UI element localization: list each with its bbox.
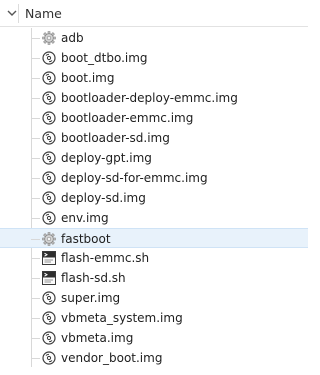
file-name: deploy-gpt.img xyxy=(61,151,152,165)
file-row[interactable]: env.img xyxy=(0,208,308,228)
file-name: deploy-sd.img xyxy=(61,191,146,205)
disk-image-icon xyxy=(42,331,56,345)
file-row[interactable]: fastboot xyxy=(0,228,308,248)
file-name: vbmeta.img xyxy=(61,331,134,345)
disk-image-icon xyxy=(42,91,56,105)
shell-script-icon xyxy=(42,271,56,285)
gear-exec-icon xyxy=(42,31,56,45)
file-row[interactable]: bootloader-sd.img xyxy=(0,128,308,148)
tree-branch xyxy=(31,358,40,359)
tree-branch xyxy=(31,138,40,139)
disk-image-icon xyxy=(42,311,56,325)
tree-branch xyxy=(31,258,40,259)
chevron-down-icon[interactable] xyxy=(7,9,17,17)
tree-branch xyxy=(31,218,40,219)
column-separator xyxy=(18,4,19,23)
file-name: flash-emmc.sh xyxy=(61,251,150,265)
file-row[interactable]: bootloader-emmc.img xyxy=(0,108,308,128)
tree-branch xyxy=(31,318,40,319)
file-name: boot.img xyxy=(61,71,115,85)
disk-image-icon xyxy=(42,51,56,65)
file-row[interactable]: bootloader-deploy-emmc.img xyxy=(0,88,308,108)
file-name: vbmeta_system.img xyxy=(61,311,183,325)
tree-branch xyxy=(31,98,40,99)
file-name: adb xyxy=(61,31,84,45)
disk-image-icon xyxy=(42,351,56,365)
file-row[interactable]: super.img xyxy=(0,288,308,308)
disk-image-icon xyxy=(42,291,56,305)
tree-branch xyxy=(31,158,40,159)
file-row[interactable]: boot_dtbo.img xyxy=(0,48,308,68)
file-row[interactable]: deploy-sd.img xyxy=(0,188,308,208)
tree-branch xyxy=(31,118,40,119)
file-name: vendor_boot.img xyxy=(61,351,163,365)
file-name: fastboot xyxy=(61,232,111,246)
file-name: flash-sd.sh xyxy=(61,271,126,285)
disk-image-icon xyxy=(42,211,56,225)
tree-branch xyxy=(31,38,40,39)
tree-branch xyxy=(31,278,40,279)
file-name: env.img xyxy=(61,211,109,225)
file-name: bootloader-deploy-emmc.img xyxy=(61,91,238,105)
tree-branch xyxy=(31,198,40,199)
tree-branch xyxy=(31,78,40,79)
file-row[interactable]: deploy-gpt.img xyxy=(0,148,308,168)
disk-image-icon xyxy=(42,151,56,165)
shell-script-icon xyxy=(42,251,56,265)
disk-image-icon xyxy=(42,171,56,185)
name-column-header[interactable]: Name xyxy=(25,6,62,21)
disk-image-icon xyxy=(42,131,56,145)
file-list: adb boot_dtbo.img boot.img bootloader-de… xyxy=(0,28,308,368)
file-row[interactable]: flash-emmc.sh xyxy=(0,248,308,268)
column-header: Name xyxy=(0,0,308,27)
disk-image-icon xyxy=(42,71,56,85)
file-row[interactable]: vbmeta_system.img xyxy=(0,308,308,328)
file-name: boot_dtbo.img xyxy=(61,51,148,65)
file-row[interactable]: adb xyxy=(0,28,308,48)
disk-image-icon xyxy=(42,191,56,205)
gear-exec-icon xyxy=(42,232,56,246)
tree-branch xyxy=(31,338,40,339)
tree-branch xyxy=(31,58,40,59)
tree-branch xyxy=(31,239,40,240)
file-name: bootloader-sd.img xyxy=(61,131,170,145)
file-name: super.img xyxy=(61,291,121,305)
file-name: deploy-sd-for-emmc.img xyxy=(61,171,208,185)
tree-branch xyxy=(31,178,40,179)
disk-image-icon xyxy=(42,111,56,125)
file-row[interactable]: flash-sd.sh xyxy=(0,268,308,288)
file-row[interactable]: deploy-sd-for-emmc.img xyxy=(0,168,308,188)
file-row[interactable]: vbmeta.img xyxy=(0,328,308,348)
file-row[interactable]: boot.img xyxy=(0,68,308,88)
file-name: bootloader-emmc.img xyxy=(61,111,194,125)
tree-branch xyxy=(31,298,40,299)
file-row[interactable]: vendor_boot.img xyxy=(0,348,308,368)
